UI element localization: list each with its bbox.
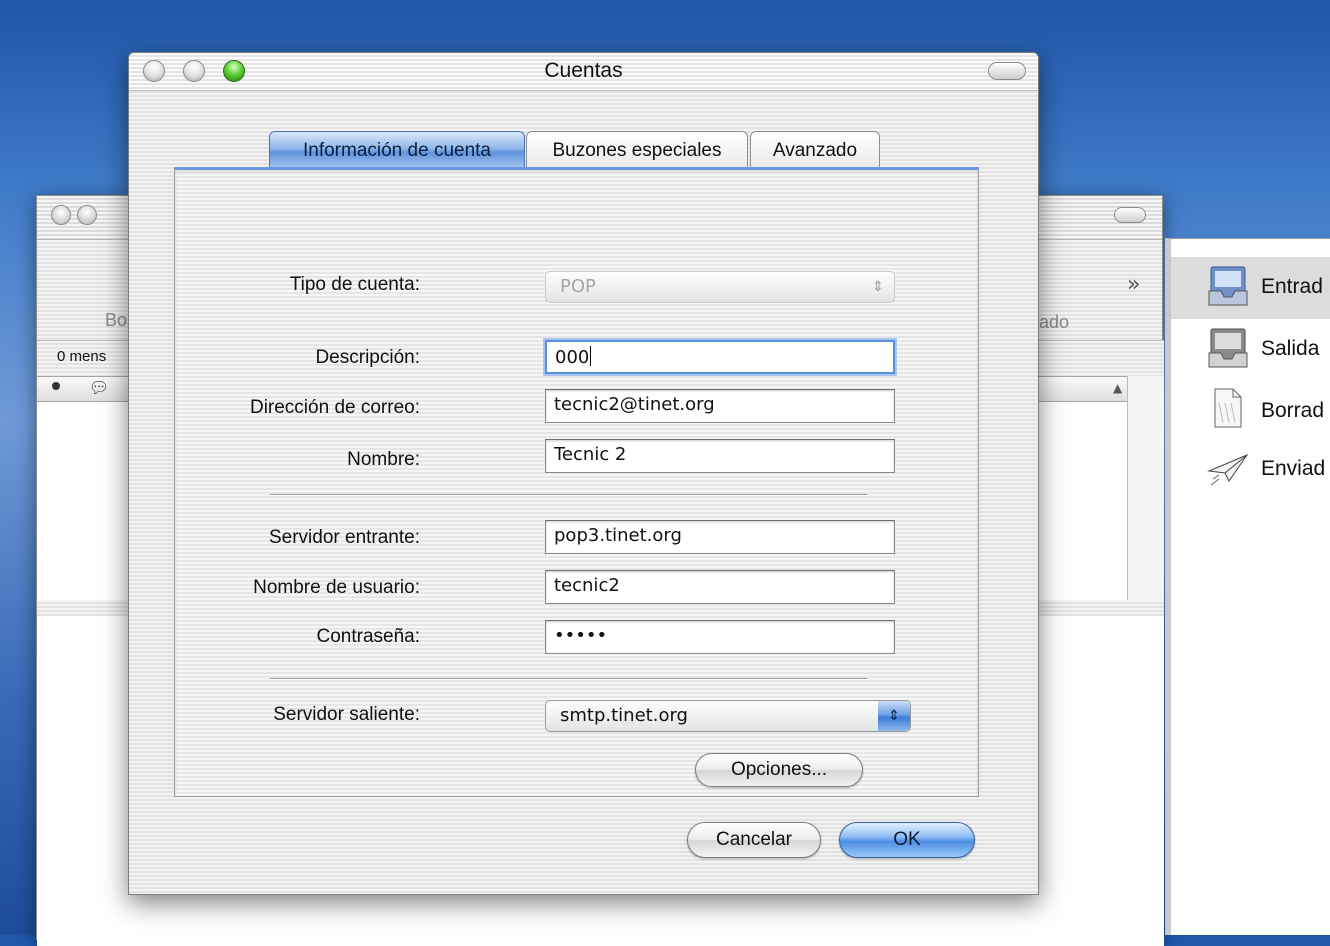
tab-special-mailboxes[interactable]: Buzones especiales	[526, 131, 748, 169]
mailbox-inbox[interactable]: Entrad	[1171, 257, 1330, 319]
mailbox-drawer: Entrad Salida Borrad Enviad	[1165, 238, 1330, 935]
incoming-server-label: Servidor entrante:	[268, 527, 420, 548]
account-info-panel: Tipo de cuenta: POP ⇕ Descripción: 000 D…	[174, 167, 979, 797]
password-label: Contraseña:	[316, 626, 420, 647]
popup-arrows-icon: ⇕	[878, 701, 910, 731]
inbox-icon	[1208, 266, 1248, 306]
ok-button[interactable]: OK	[839, 822, 975, 858]
toolbar-toggle-button[interactable]	[988, 62, 1026, 80]
outgoing-server-popup[interactable]: smtp.tinet.org ⇕	[545, 700, 911, 732]
mailbox-label: Borrad	[1261, 399, 1325, 422]
tab-advanced[interactable]: Avanzado	[750, 131, 880, 169]
text-caret	[590, 346, 592, 366]
toolbar-toggle-button[interactable]	[1114, 207, 1146, 223]
mailbox-label: Salida	[1261, 337, 1320, 360]
window-title: Cuentas	[544, 59, 623, 82]
incoming-server-field[interactable]: pop3.tinet.org	[545, 520, 895, 554]
mailbox-label: Enviad	[1261, 457, 1326, 480]
name-field[interactable]: Tecnic 2	[545, 439, 895, 473]
toolbar-overflow-chevron-icon[interactable]: »	[1127, 272, 1140, 297]
cancel-button[interactable]: Cancelar	[687, 822, 821, 858]
replied-column-icon[interactable]: 💬︎	[89, 378, 109, 397]
mailbox-outbox[interactable]: Salida	[1171, 319, 1330, 381]
password-field[interactable]: •••••	[545, 620, 895, 654]
popup-arrows-icon: ⇕	[872, 279, 884, 295]
toolbar-partial-label: Bo	[105, 310, 128, 330]
sort-arrow-icon[interactable]: ▲	[1113, 381, 1122, 395]
accounts-titlebar[interactable]: Cuentas	[129, 53, 1038, 91]
message-count: 0 mens	[57, 348, 107, 365]
mailbox-sent[interactable]: Enviad	[1171, 443, 1330, 505]
email-field[interactable]: tecnic2@tinet.org	[545, 389, 895, 423]
message-list-scrollbar[interactable]	[1127, 376, 1164, 600]
sent-icon	[1207, 453, 1249, 486]
username-field[interactable]: tecnic2	[545, 570, 895, 604]
email-label: Dirección de correo:	[249, 397, 420, 418]
accounts-window: Cuentas Información de cuenta Buzones es…	[128, 52, 1039, 895]
separator	[270, 678, 867, 680]
description-label: Descripción:	[315, 347, 420, 368]
account-type-label: Tipo de cuenta:	[289, 274, 420, 295]
options-button[interactable]: Opciones...	[695, 753, 863, 787]
account-type-popup: POP ⇕	[545, 271, 895, 303]
outbox-icon	[1208, 328, 1248, 368]
outgoing-server-value: smtp.tinet.org	[560, 705, 688, 726]
outgoing-server-label: Servidor saliente:	[273, 704, 420, 725]
description-field[interactable]: 000	[545, 340, 895, 374]
account-type-value: POP	[560, 276, 596, 297]
drafts-icon	[1214, 388, 1242, 428]
name-label: Nombre:	[347, 449, 420, 470]
close-button[interactable]	[51, 205, 71, 225]
mailbox-label: Entrad	[1261, 275, 1323, 298]
minimize-button[interactable]	[77, 205, 97, 225]
unread-column-icon[interactable]	[52, 382, 60, 390]
username-label: Nombre de usuario:	[253, 577, 420, 598]
tab-account-info[interactable]: Información de cuenta	[269, 131, 525, 169]
mailbox-drafts[interactable]: Borrad	[1171, 381, 1330, 443]
description-value: 000	[555, 347, 590, 368]
separator	[270, 494, 867, 496]
